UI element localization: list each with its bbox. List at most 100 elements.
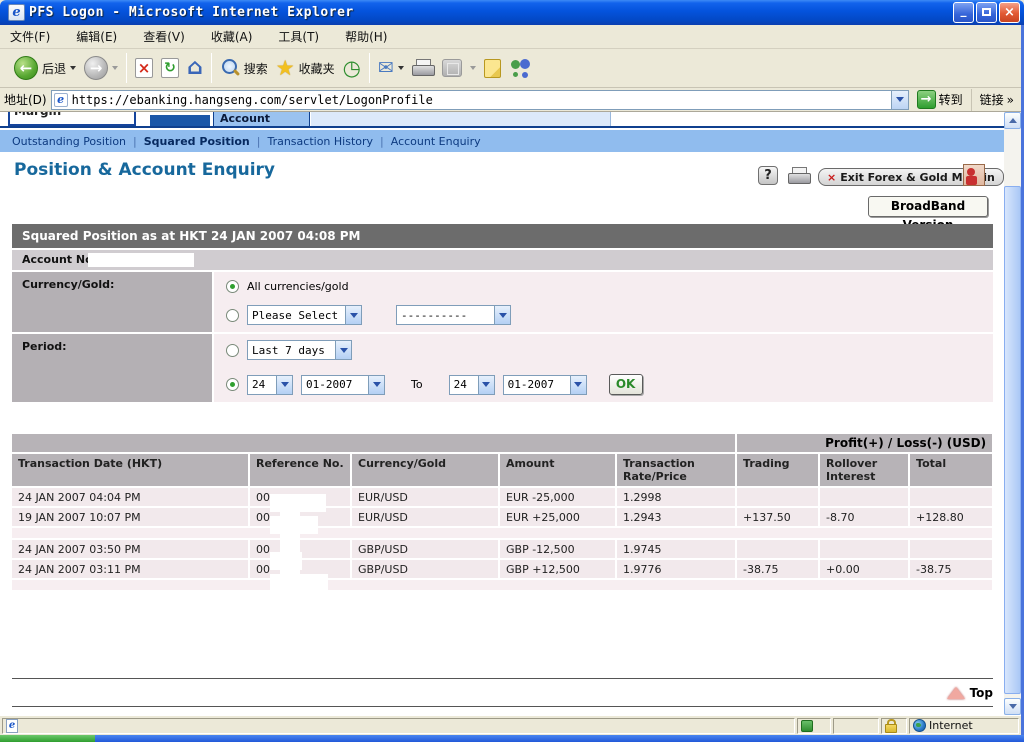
print-button[interactable] bbox=[412, 59, 434, 77]
period-label: Period: bbox=[12, 334, 212, 402]
subnav-outstanding-position[interactable]: Outstanding Position bbox=[12, 135, 126, 148]
page-title: Position & Account Enquiry bbox=[14, 160, 275, 180]
menu-tools[interactable]: 工具(T) bbox=[278, 28, 319, 45]
chevron-down-icon[interactable] bbox=[276, 376, 292, 394]
browser-window: e PFS Logon - Microsoft Internet Explore… bbox=[0, 0, 1024, 742]
top-link[interactable]: Top bbox=[12, 682, 993, 704]
tab-margin-clipped[interactable]: Margin bbox=[8, 112, 136, 126]
scrollbar-thumb[interactable] bbox=[1004, 186, 1021, 694]
resize-dropdown-icon bbox=[470, 66, 476, 70]
messenger-button[interactable] bbox=[509, 58, 533, 78]
scroll-up-button[interactable] bbox=[1004, 112, 1021, 129]
logout-door-icon[interactable] bbox=[963, 164, 985, 186]
title-bar[interactable]: e PFS Logon - Microsoft Internet Explore… bbox=[0, 0, 1024, 25]
menu-edit[interactable]: 编辑(E) bbox=[76, 28, 117, 45]
address-input[interactable]: e https://ebanking.hangseng.com/servlet/… bbox=[51, 90, 909, 110]
all-currencies-radio[interactable] bbox=[226, 280, 239, 293]
currency-select[interactable]: Please Select bbox=[247, 305, 362, 325]
vertical-scrollbar[interactable] bbox=[1004, 112, 1021, 715]
help-button[interactable]: ? bbox=[758, 166, 778, 185]
scroll-down-button[interactable] bbox=[1004, 698, 1021, 715]
back-dropdown-icon[interactable] bbox=[70, 66, 76, 70]
to-month-select[interactable]: 01-2007 bbox=[503, 375, 587, 395]
tab-account-enquiry[interactable]: Account Enquiry bbox=[213, 112, 310, 126]
menu-view[interactable]: 查看(V) bbox=[143, 28, 185, 45]
refresh-icon: ↻ bbox=[164, 60, 176, 76]
menu-favorites[interactable]: 收藏(A) bbox=[211, 28, 253, 45]
chevron-down-icon[interactable] bbox=[478, 376, 494, 394]
subnav-separator: | bbox=[257, 135, 261, 148]
select-currency-radio[interactable] bbox=[226, 309, 239, 322]
url-text[interactable]: https://ebanking.hangseng.com/servlet/Lo… bbox=[72, 93, 891, 107]
minimize-button[interactable]: _ bbox=[953, 2, 974, 23]
from-day-select[interactable]: 24 bbox=[247, 375, 293, 395]
edit-note-button[interactable] bbox=[484, 59, 501, 78]
subnav-squared-position[interactable]: Squared Position bbox=[144, 135, 250, 148]
chevron-down-icon[interactable] bbox=[345, 306, 361, 324]
mail-dropdown-icon[interactable] bbox=[398, 66, 404, 70]
ie-logo-icon: e bbox=[8, 4, 25, 21]
chevron-down-icon[interactable] bbox=[368, 376, 384, 394]
status-bar: e Internet bbox=[0, 715, 1021, 735]
links-label: 链接 bbox=[980, 91, 1004, 108]
page-icon: e bbox=[54, 93, 68, 107]
from-month-select[interactable]: 01-2007 bbox=[301, 375, 385, 395]
go-button[interactable]: → 转到 bbox=[913, 90, 967, 109]
back-icon: ← bbox=[14, 56, 38, 80]
cell-date: 19 JAN 2007 10:07 PM bbox=[12, 508, 250, 528]
address-bar: 地址(D) e https://ebanking.hangseng.com/se… bbox=[0, 88, 1024, 112]
window-controls: _ × bbox=[953, 2, 1020, 23]
menu-bar: 文件(F) 编辑(E) 查看(V) 收藏(A) 工具(T) 帮助(H) bbox=[0, 25, 1024, 49]
subnav-transaction-history[interactable]: Transaction History bbox=[267, 135, 373, 148]
cell-rate: 1.2998 bbox=[617, 488, 737, 508]
links-menu[interactable]: 链接 » bbox=[971, 89, 1020, 111]
cell-amount: GBP -12,500 bbox=[500, 540, 617, 560]
status-empty-pane bbox=[833, 718, 879, 734]
close-button[interactable]: × bbox=[999, 2, 1020, 23]
to-label: To bbox=[411, 378, 423, 391]
cell-rate: 1.9776 bbox=[617, 560, 737, 580]
to-day-value: 24 bbox=[450, 378, 478, 391]
restore-icon bbox=[982, 8, 991, 16]
subnav-separator: | bbox=[380, 135, 384, 148]
address-dropdown-button[interactable] bbox=[891, 91, 908, 109]
forward-icon: → bbox=[84, 56, 108, 80]
print-page-button[interactable] bbox=[788, 167, 810, 185]
favorites-label: 收藏夹 bbox=[299, 60, 335, 77]
table-row: 24 JAN 2007 03:11 PM 00 GBP/USD GBP +12,… bbox=[12, 560, 994, 580]
cell-rollover bbox=[820, 540, 910, 560]
mail-button[interactable]: ✉ bbox=[378, 58, 404, 78]
close-icon: × bbox=[1004, 5, 1015, 20]
menu-help[interactable]: 帮助(H) bbox=[345, 28, 387, 45]
broadband-version-button[interactable]: BroadBand Version bbox=[868, 196, 988, 217]
taskbar-sliver[interactable] bbox=[0, 735, 1024, 742]
forward-button[interactable]: → bbox=[84, 56, 118, 80]
date-range-radio[interactable] bbox=[226, 378, 239, 391]
chevron-down-icon[interactable] bbox=[335, 341, 351, 359]
tab-solid[interactable] bbox=[150, 115, 210, 126]
currency-select-2[interactable]: ---------- bbox=[396, 305, 511, 325]
restore-button[interactable] bbox=[976, 2, 997, 23]
history-button[interactable]: ◷ bbox=[343, 58, 361, 79]
back-button[interactable]: ← 后退 bbox=[14, 56, 76, 80]
minimize-icon: _ bbox=[954, 3, 973, 17]
stop-button[interactable]: × bbox=[135, 58, 153, 78]
last7-select[interactable]: Last 7 days bbox=[247, 340, 352, 360]
to-day-select[interactable]: 24 bbox=[449, 375, 495, 395]
refresh-button[interactable]: ↻ bbox=[161, 58, 179, 78]
last7-select-value: Last 7 days bbox=[248, 344, 335, 357]
divider bbox=[12, 678, 993, 679]
chevron-down-icon[interactable] bbox=[570, 376, 586, 394]
search-button[interactable]: 搜索 bbox=[220, 58, 268, 78]
ok-button[interactable]: OK bbox=[609, 374, 643, 395]
menu-file[interactable]: 文件(F) bbox=[10, 28, 50, 45]
favorites-button[interactable]: ★ 收藏夹 bbox=[276, 58, 335, 79]
start-button-edge[interactable] bbox=[0, 735, 95, 742]
last7-radio[interactable] bbox=[226, 344, 239, 357]
resize-button bbox=[442, 59, 462, 77]
subnav-account-enquiry[interactable]: Account Enquiry bbox=[391, 135, 481, 148]
home-button[interactable]: ⌂ bbox=[187, 57, 203, 79]
chevron-down-icon[interactable] bbox=[494, 306, 510, 324]
subnav-bar: Outstanding Position | Squared Position … bbox=[0, 130, 1004, 152]
profit-loss-band: Profit(+) / Loss(-) (USD) bbox=[12, 434, 994, 454]
